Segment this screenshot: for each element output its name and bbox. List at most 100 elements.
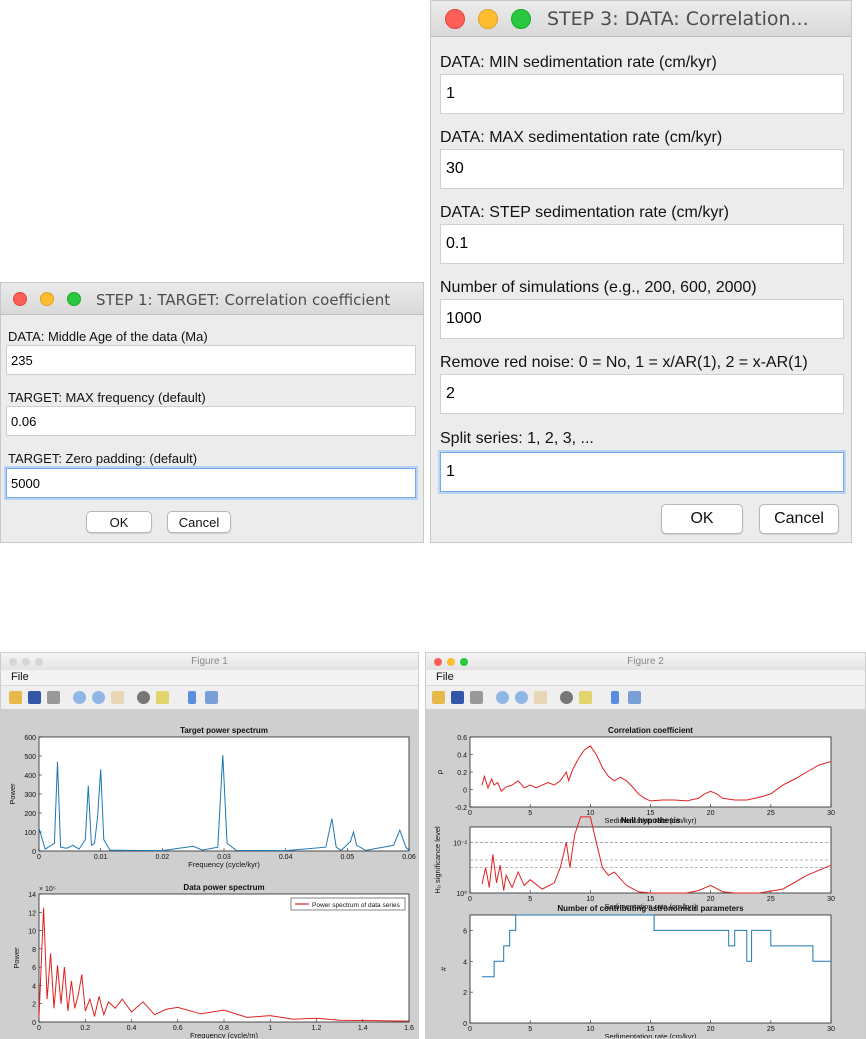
x-tick-label: 25 [767,1026,775,1033]
minimize-icon[interactable] [40,292,54,306]
y-axis-label: H₀ significance level [433,826,442,894]
chart-title: Null hypothesis [621,816,681,825]
legend-icon[interactable] [205,691,218,704]
max-rate-input[interactable]: 30 [440,149,844,189]
plot-area [469,914,832,1024]
y-tick-label: 12 [28,910,36,917]
data-cursor-icon[interactable] [579,691,592,704]
x-tick-label: 5 [528,896,532,903]
split-series-input[interactable]: 1 [440,452,844,492]
save-icon[interactable] [28,691,41,704]
y-tick-label: 0 [463,788,467,795]
step3-dialog: STEP 3: DATA: Correlation... DATA: MIN s… [430,0,852,543]
figure2-menubar: File [426,670,865,686]
colorbar-icon[interactable] [188,691,196,704]
x-tick-label: 10 [586,1026,594,1033]
step1-label-middle-age: DATA: Middle Age of the data (Ma) [8,329,208,344]
legend-icon[interactable] [628,691,641,704]
x-tick-label: 20 [707,810,715,817]
step3-titlebar[interactable]: STEP 3: DATA: Correlation... [431,1,851,37]
rotate-icon[interactable] [560,691,573,704]
max-frequency-input[interactable]: 0.06 [6,406,416,436]
step3-ok-button[interactable]: OK [661,504,743,534]
x-tick-label: 5 [528,810,532,817]
step1-dialog: STEP 1: TARGET: Correlation coefficient … [0,282,424,543]
figure1-titlebar[interactable]: Figure 1 [1,653,418,670]
figure2-titlebar[interactable]: Figure 2 [426,653,865,670]
y-tick-label: 500 [24,754,36,761]
x-tick-label: 30 [827,810,835,817]
y-axis-label: Power [8,783,17,805]
plot-area [469,736,832,808]
file-menu[interactable]: File [436,671,454,683]
close-icon[interactable] [13,292,27,306]
zero-padding-input[interactable]: 5000 [6,468,416,498]
chart-group: Null hypothesis0 5 10 15 20 25 3010⁻²10⁰Sedime… [433,816,835,911]
file-menu[interactable]: File [11,671,29,683]
print-icon[interactable] [47,691,60,704]
step1-title: STEP 1: TARGET: Correlation coefficient [96,291,391,309]
x-axis-label: Sedimentation rate (cm/kyr) [604,1032,697,1039]
legend-label: Power spectrum of data series [312,902,401,909]
middle-age-input[interactable]: 235 [6,345,416,375]
x-tick-label: 30 [827,1026,835,1033]
x-tick-label: 0 [468,810,472,817]
step1-ok-button[interactable]: OK [86,511,152,533]
maximize-icon[interactable] [511,9,531,29]
zoom-out-icon[interactable] [92,691,105,704]
step1-titlebar[interactable]: STEP 1: TARGET: Correlation coefficient [1,283,423,315]
y-axis-label: Power [12,947,21,969]
chart-group: Correlation coefficient0 5 10 15 20 25 30-0.20… [435,726,835,825]
minimize-icon[interactable] [478,9,498,29]
print-icon[interactable] [470,691,483,704]
y-tick-label: 2 [463,990,467,997]
min-rate-input[interactable]: 1 [440,74,844,114]
x-tick-label: 10 [586,810,594,817]
y-tick-label: 0.2 [457,770,467,777]
chart-title: Number of contributing astronomical para… [557,904,744,913]
step3-cancel-button[interactable]: Cancel [759,504,839,534]
step3-title: STEP 3: DATA: Correlation... [547,8,809,30]
rotate-icon[interactable] [137,691,150,704]
zoom-in-icon[interactable] [496,691,509,704]
y-tick-label: 200 [24,811,36,818]
figure1-plots: Target power spectrum0 0.01 0.02 0.03 0.04 0.… [8,726,416,1038]
step3-label-simulations: Number of simulations (e.g., 200, 600, 2… [440,279,757,296]
x-tick-label: 0.01 [94,854,108,861]
red-noise-input[interactable]: 2 [440,374,844,414]
zoom-out-icon[interactable] [515,691,528,704]
x-tick-label: 0.02 [156,854,170,861]
pan-icon[interactable] [534,691,547,704]
figure2-title: Figure 2 [627,656,664,667]
simulations-input[interactable]: 1000 [440,299,844,339]
y-tick-label: 0 [32,849,36,856]
x-tick-label: 1.6 [404,1025,414,1032]
step3-label-red-noise: Remove red noise: 0 = No, 1 = x/AR(1), 2… [440,354,808,371]
x-tick-label: 0 [468,1026,472,1033]
x-tick-label: 5 [528,1026,532,1033]
y-tick-label: -0.2 [455,805,467,812]
y-tick-label: 300 [24,792,36,799]
step3-label-max-rate: DATA: MAX sedimentation rate (cm/kyr) [440,129,723,146]
open-icon[interactable] [432,691,445,704]
open-icon[interactable] [9,691,22,704]
x-tick-label: 0.06 [402,854,416,861]
zoom-in-icon[interactable] [73,691,86,704]
x-tick-label: 0.2 [80,1025,90,1032]
y-tick-label: 10 [28,929,36,936]
colorbar-icon[interactable] [611,691,619,704]
step3-label-min-rate: DATA: MIN sedimentation rate (cm/kyr) [440,54,717,71]
x-tick-label: 20 [707,896,715,903]
x-tick-label: 0.4 [127,1025,137,1032]
close-icon[interactable] [445,9,465,29]
figure1-menubar: File [1,670,418,686]
data-cursor-icon[interactable] [156,691,169,704]
save-icon[interactable] [451,691,464,704]
step1-cancel-button[interactable]: Cancel [167,511,231,533]
pan-icon[interactable] [111,691,124,704]
x-tick-label: 20 [707,1026,715,1033]
plot-area [38,893,410,1023]
y-tick-label: 8 [32,947,36,954]
step-rate-input[interactable]: 0.1 [440,224,844,264]
maximize-icon[interactable] [67,292,81,306]
